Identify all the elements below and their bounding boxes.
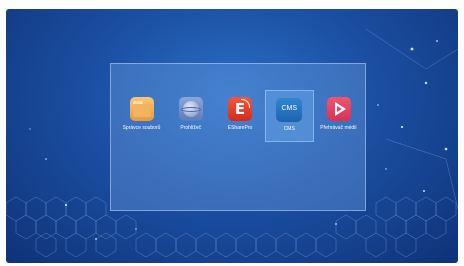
cms-icon: CMS bbox=[276, 98, 303, 122]
app-label: CMS bbox=[283, 126, 295, 132]
media-player-icon bbox=[326, 97, 351, 121]
app-tile-media-player[interactable]: Přehrávač médií bbox=[314, 90, 363, 142]
browser-globe-icon bbox=[178, 97, 203, 121]
app-label: Správce souborů bbox=[122, 125, 161, 131]
app-label: Prohlížeč bbox=[180, 125, 202, 131]
app-label: Přehrávač médií bbox=[320, 125, 357, 131]
app-tile-file-manager[interactable]: Správce souborů bbox=[117, 90, 166, 142]
app-tile-esharepro[interactable]: E ESharePro bbox=[216, 90, 265, 142]
app-tile-browser[interactable]: Prohlížeč bbox=[166, 90, 215, 142]
eshare-icon: E bbox=[228, 97, 252, 121]
app-row: Správce souborů Prohlížeč E ESharePro CM… bbox=[117, 90, 363, 142]
app-tile-cms[interactable]: CMS CMS bbox=[264, 90, 314, 142]
tv-screen: Správce souborů Prohlížeč E ESharePro CM… bbox=[6, 9, 458, 263]
eshare-icon-letter: E bbox=[234, 100, 246, 118]
cms-icon-text: CMS bbox=[281, 105, 298, 112]
folder-icon bbox=[129, 97, 154, 121]
app-launcher-panel: Správce souborů Prohlížeč E ESharePro CM… bbox=[110, 63, 366, 211]
app-label: ESharePro bbox=[227, 125, 253, 131]
